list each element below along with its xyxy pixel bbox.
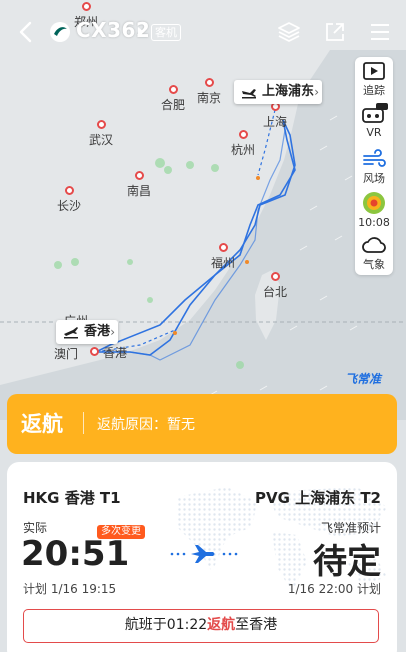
tool-tracking[interactable]: 追踪 [355, 61, 393, 98]
tool-meteorology[interactable]: 气象 [355, 235, 393, 272]
top-bar: CX362 客机 [0, 14, 406, 50]
city-label: 南昌 [127, 171, 151, 199]
status-banner: 返航 返航原因：暂无 [7, 394, 397, 454]
menu-icon[interactable] [368, 20, 392, 44]
notice-highlight: 返航 [207, 617, 236, 633]
arrival-time: 待定 [313, 542, 381, 582]
tool-weather-radar[interactable]: 10:08 [355, 191, 393, 229]
chevron-right-icon: › [314, 85, 320, 99]
takeoff-plane-icon [64, 327, 78, 339]
city-label: 香港 [102, 346, 128, 360]
airline-logo-icon [50, 22, 70, 42]
departure-time: 20:51 [21, 534, 130, 574]
flight-info-card[interactable]: HKG 香港 T1 PVG 上海浦东 T2 实际 多次变更 飞常准预计 20:5… [7, 462, 397, 652]
caret-right-icon [138, 27, 144, 37]
weather-radar-icon [363, 192, 385, 214]
wind-icon [363, 149, 386, 167]
airplane-icon [170, 545, 238, 563]
city-label: 杭州 [231, 130, 255, 158]
notice-suffix: 至香港 [235, 617, 278, 633]
origin-marker [90, 347, 99, 356]
notice-prefix: 航班于01:22 [124, 617, 208, 633]
aircraft-type-badge: 客机 [151, 24, 181, 41]
city-label: 上海 [263, 102, 287, 130]
share-icon[interactable] [323, 20, 347, 44]
tool-vr[interactable]: VR [355, 103, 393, 139]
tool-wind[interactable]: 风场 [355, 149, 393, 186]
departure-airport[interactable]: HKG 香港 T1 [23, 487, 121, 508]
cloud-icon [362, 237, 386, 253]
city-label: 澳门 [53, 347, 79, 361]
city-label: 合肥 [161, 85, 185, 113]
return-notice[interactable]: 航班于01:22返航至香港 [23, 609, 379, 643]
arrival-airport[interactable]: PVG 上海浦东 T2 [255, 487, 381, 508]
layers-icon[interactable] [277, 20, 301, 44]
city-label: 武汉 [89, 120, 113, 148]
arrival-scheduled: 1/16 22:00 计划 [287, 582, 381, 596]
city-label: 福州 [211, 243, 235, 271]
city-label: 长沙 [57, 186, 81, 214]
city-label: 南京 [197, 78, 221, 106]
status-reason: 返航原因：暂无 [97, 417, 195, 433]
origin-airport-tag[interactable]: 香港 › [56, 320, 119, 344]
departure-scheduled: 计划 1/16 19:15 [23, 582, 117, 596]
city-label: 台北 [263, 272, 287, 300]
landing-plane-icon [242, 89, 256, 99]
tracking-icon [363, 62, 385, 80]
flight-status: 返航 [21, 412, 63, 436]
destination-airport-tag[interactable]: 上海浦东 › [234, 80, 323, 104]
divider [83, 412, 84, 434]
flight-map[interactable]: 郑州 合肥 南京 上海 武汉 杭州 南昌 长沙 福州 台北 广州 澳门 香港 上… [0, 0, 406, 420]
back-icon[interactable] [14, 18, 38, 46]
brand-watermark: 飞常准 [345, 372, 382, 386]
vr-icon [362, 103, 388, 123]
map-tools-panel: 追踪 VR 风场 10:08 气象 [355, 57, 393, 275]
chevron-right-icon: › [110, 325, 116, 339]
